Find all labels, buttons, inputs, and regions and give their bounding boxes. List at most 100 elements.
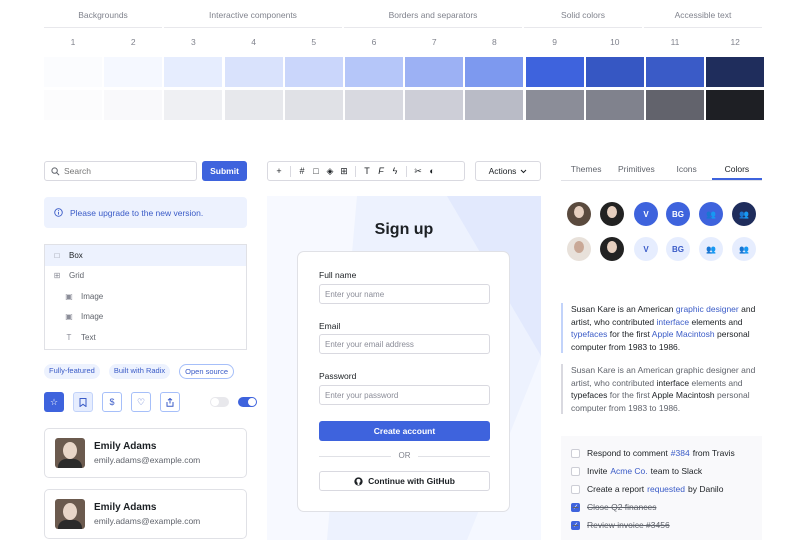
quote-link[interactable]: typefaces (571, 329, 607, 339)
swatch-blue-9[interactable] (525, 57, 584, 87)
lightning-icon[interactable]: ϟ (388, 166, 402, 176)
tree-item-text[interactable]: T Text (45, 327, 246, 348)
swatch-gray-2[interactable] (104, 90, 163, 120)
coin-button[interactable]: $ (102, 392, 122, 412)
swatch-blue-2[interactable] (104, 57, 163, 87)
github-label: Continue with GitHub (368, 476, 455, 486)
tab-themes[interactable]: Themes (561, 160, 611, 180)
swatch-blue-12[interactable] (706, 57, 765, 87)
heart-button[interactable]: ♡ (131, 392, 151, 412)
swatch-gray-1[interactable] (44, 90, 102, 120)
avatar: 👥 (732, 202, 756, 226)
password-input[interactable] (319, 385, 490, 405)
star-button[interactable]: ☆ (44, 392, 64, 412)
badge-radix: Built with Radix (108, 364, 171, 379)
todo-item[interactable]: ✓ Close Q2 finances (561, 498, 762, 516)
swatch-blue-1[interactable] (44, 57, 102, 87)
frame-icon[interactable]: # (295, 166, 309, 176)
toggle-on[interactable] (238, 397, 257, 407)
scale-heading-solid: Solid colors (561, 10, 605, 20)
checkbox[interactable] (571, 484, 580, 494)
scissors-icon[interactable]: ✂ (411, 166, 425, 177)
tab-colors[interactable]: Colors (711, 160, 762, 180)
fullname-input[interactable] (319, 284, 490, 304)
tree-item-image[interactable]: ▣ Image (45, 286, 246, 307)
quote-text: for the first (607, 329, 652, 340)
swatch-blue-4[interactable] (224, 57, 283, 87)
swatch-gray-10[interactable] (585, 90, 644, 120)
image-icon: ▣ (65, 312, 73, 322)
toggle-off[interactable] (210, 397, 229, 407)
font-style-icon[interactable]: F (374, 166, 388, 176)
swatch-blue-11[interactable] (646, 57, 704, 87)
submit-button[interactable]: Submit (202, 161, 247, 181)
todo-text: Respond to comment (587, 448, 668, 458)
github-button[interactable]: Continue with GitHub (319, 471, 490, 491)
search-input[interactable] (64, 166, 184, 176)
tree-view: □ Box ⊞ Grid ▣ Image ▣ Image T Text (44, 244, 247, 350)
fullname-label: Full name (319, 270, 357, 280)
divider (164, 27, 342, 28)
star-icon: ☆ (49, 396, 59, 407)
todo-link[interactable]: requested (647, 484, 685, 494)
text-icon[interactable]: T (360, 166, 374, 176)
todo-text: Close Q2 finances (587, 502, 657, 512)
swatch-blue-8[interactable] (465, 57, 524, 87)
email-input[interactable] (319, 334, 490, 354)
swatch-gray-7[interactable] (405, 90, 464, 120)
square-icon[interactable]: □ (309, 166, 323, 176)
swatch-blue-7[interactable] (405, 57, 464, 87)
scale-step-number: 10 (610, 37, 620, 47)
user-card[interactable]: Emily Adams emily.adams@example.com (44, 489, 247, 539)
user-name: Emily Adams (94, 441, 157, 452)
user-card[interactable]: Emily Adams emily.adams@example.com (44, 428, 247, 478)
quote-link[interactable]: interface (657, 317, 690, 327)
swatch-gray-4[interactable] (224, 90, 283, 120)
swatch-blue-5[interactable] (284, 57, 343, 87)
swatch-gray-9[interactable] (525, 90, 584, 120)
quote-text: interface (656, 377, 690, 388)
tab-primitives[interactable]: Primitives (611, 160, 661, 180)
checkbox[interactable] (571, 448, 580, 458)
checkbox[interactable]: ✓ (571, 502, 580, 512)
swatch-gray-6[interactable] (345, 90, 403, 120)
todo-link[interactable]: #384 (671, 448, 690, 458)
swatch-blue-3[interactable] (164, 57, 223, 87)
todo-item[interactable]: Respond to comment #384 from Travis (561, 444, 762, 462)
quote-link[interactable]: graphic designer (676, 304, 739, 314)
swatch-gray-5[interactable] (284, 90, 343, 120)
share-button[interactable] (160, 392, 180, 412)
todo-item[interactable]: Invite Acme Co. team to Slack (561, 462, 762, 480)
todo-link[interactable]: Acme Co. (610, 466, 647, 476)
mask-icon[interactable]: ◐ (425, 166, 439, 176)
avatar: 👥 (732, 237, 756, 261)
tree-item-box[interactable]: □ Box (45, 245, 246, 266)
github-icon (354, 476, 363, 486)
actions-dropdown[interactable]: Actions (475, 161, 541, 181)
swatch-gray-11[interactable] (646, 90, 704, 120)
tree-item-image[interactable]: ▣ Image (45, 307, 246, 328)
checkbox[interactable] (571, 466, 580, 476)
tab-icons[interactable]: Icons (662, 160, 712, 180)
tree-item-grid[interactable]: ⊞ Grid (45, 266, 246, 287)
avatar (55, 438, 85, 468)
check-icon: ✓ (572, 522, 579, 529)
divider (344, 27, 522, 28)
swatch-gray-12[interactable] (706, 90, 765, 120)
bookmark-button[interactable] (73, 392, 93, 412)
component-icon[interactable]: ◈ (323, 166, 337, 177)
grid-icon[interactable]: ⊞ (337, 166, 351, 177)
swatch-gray-3[interactable] (164, 90, 223, 120)
todo-list: Respond to comment #384 from Travis Invite… (561, 436, 762, 540)
plus-icon[interactable]: + (272, 166, 286, 176)
create-account-button[interactable]: Create account (319, 421, 490, 441)
swatch-blue-6[interactable] (345, 57, 403, 87)
todo-item[interactable]: Create a report requested by Danilo (561, 480, 762, 498)
checkbox[interactable]: ✓ (571, 520, 580, 530)
swatch-gray-8[interactable] (465, 90, 524, 120)
todo-item[interactable]: ✓ Review invoice #3456 (561, 516, 762, 534)
search-field[interactable] (44, 161, 197, 181)
quote-link[interactable]: Apple Macintosh (652, 329, 715, 339)
swatch-blue-10[interactable] (585, 57, 644, 87)
scale-heading-borders: Borders and separators (388, 10, 478, 20)
